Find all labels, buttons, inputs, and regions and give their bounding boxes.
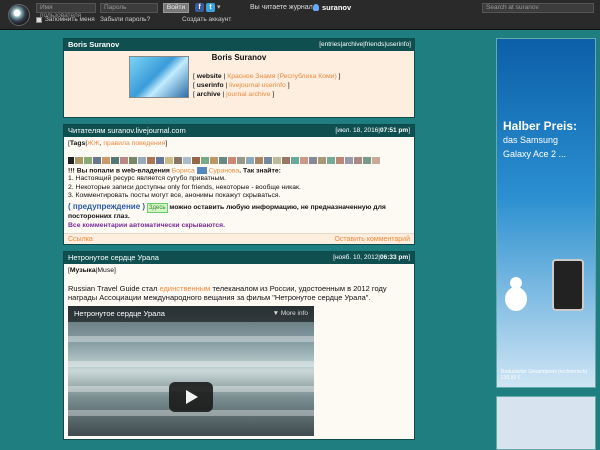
leave-comment-link[interactable]: Оставить комментарий [334,234,410,245]
tag-link[interactable]: правила поведения [103,140,165,147]
livejournal-logo-icon[interactable] [8,4,30,26]
ad-headline: Halber Preis: [503,119,578,133]
password-input[interactable]: Пароль [100,3,158,13]
entry-date: [июл. 18, 2016|07:51 pm] [335,127,410,134]
user-icon[interactable] [313,4,319,11]
login-button[interactable]: Войти [163,3,189,13]
photo-icon [196,166,207,174]
twitter-icon[interactable]: t [206,3,215,12]
entry-title[interactable]: Нетронутое сердце Урала [68,253,159,262]
play-icon[interactable] [169,381,213,412]
entry-date: [нояб. 10, 2012|06:33 pm] [333,254,410,262]
name-link[interactable]: Бориса [172,167,195,174]
ad-fine-print: Reduzierter Gesamtpreis (rechnerisch) 13… [501,369,588,381]
journal-main-column: Boris Suranov [entries|archive|friends|u… [63,38,415,450]
forgot-password-link[interactable]: Забыли пароль? [100,16,150,23]
create-account-link[interactable]: Создать аккаунт [182,16,231,23]
entry-line: 3. Комментировать посты могут все, анони… [68,192,281,200]
remember-me-label: Запомнить меня [45,16,95,23]
entry-body: [Музыка|Muse] Russian Travel Guide стал … [64,264,414,439]
chevron-down-icon[interactable]: ▾ [217,3,221,11]
entry-line: 1. Настоящий ресурс является сугубо прив… [68,175,226,183]
entry-title[interactable]: Читателям suranov.livejournal.com [68,126,186,135]
snowman-image [505,277,527,311]
avatar[interactable] [129,56,189,98]
entry-line: 2. Некоторые записи доступны only for fr… [68,183,301,191]
profile-body: Boris Suranov [ website | Красное Знамя … [64,51,414,117]
entry-intro: !!! Вы попали в web-владения Бориса Сура… [68,166,281,174]
entry-tags: [Tags|ЖЖ, правила поведения] [68,140,168,147]
profile-row-archive[interactable]: [ archive | journal archive ] [193,91,274,98]
here-badge: Здесь [146,202,168,214]
journal-nav-links[interactable]: [entries|archive|friends|userinfo] [319,39,411,51]
entry-body: [Tags|ЖЖ, правила поведения] !!! Вы попа… [64,137,414,233]
entry-warning: ( предупреждение ) Здесь можно оставить … [68,201,386,221]
friends-strip [68,156,410,164]
phone-image [552,259,584,311]
facebook-icon[interactable]: f [195,3,204,12]
tag-link[interactable]: ЖЖ [87,140,100,147]
entry-header: Читателям suranov.livejournal.com [июл. … [64,125,414,137]
video-player[interactable]: Нетронутое сердце Урала ▼ More info [68,305,314,436]
reading-journal-label: Вы читаете журнал [250,4,313,11]
entry-readers: Читателям suranov.livejournal.com [июл. … [63,124,415,246]
entry-note: Все комментарии автоматически скрываются… [68,221,225,229]
entry-text: Russian Travel Guide стал единственным т… [68,283,387,302]
username-input[interactable]: Имя пользователя [36,3,96,19]
entry-header: Нетронутое сердце Урала [нояб. 10, 2012|… [64,252,414,265]
ad-subline: Galaxy Ace 2 ... [503,149,567,159]
tag-link[interactable]: Muse [97,267,114,274]
advertisement-banner[interactable]: Halber Preis: das Samsung Galaxy Ace 2 .… [496,38,596,388]
entry-tags: [Музыка|Muse] [68,267,116,275]
advertisement-banner-2[interactable] [496,396,596,450]
entry-text-link[interactable]: единственным [160,284,211,293]
profile-header-title: Boris Suranov [68,40,120,49]
video-more-info[interactable]: ▼ More info [273,306,308,322]
remember-me-checkbox[interactable] [36,17,42,23]
ad-subline: das Samsung [503,135,559,145]
video-title[interactable]: Нетронутое сердце Урала [74,309,165,318]
profile-title: Boris Suranov [211,53,267,62]
profile-row-userinfo[interactable]: [ userinfo | livejournal userinfo ] [193,82,290,89]
entry-footer: Ссылка Оставить комментарий [64,233,414,245]
top-navigation-bar: Имя пользователя Пароль Войти f t ▾ Запо… [0,0,600,30]
link-link[interactable]: Ссылка [68,236,93,243]
name-link[interactable]: Суранова [209,167,240,174]
video-title-bar: Нетронутое сердце Урала ▼ More info [68,305,314,322]
search-input[interactable]: Search at suranov [482,3,594,13]
profile-panel: Boris Suranov [entries|archive|friends|u… [63,38,415,118]
journal-user-link[interactable]: suranov [322,3,351,12]
entry-ural: Нетронутое сердце Урала [нояб. 10, 2012|… [63,251,415,440]
profile-row-website[interactable]: [ website | Красное Знамя (Республика Ко… [193,73,341,80]
profile-header: Boris Suranov [entries|archive|friends|u… [64,39,414,51]
